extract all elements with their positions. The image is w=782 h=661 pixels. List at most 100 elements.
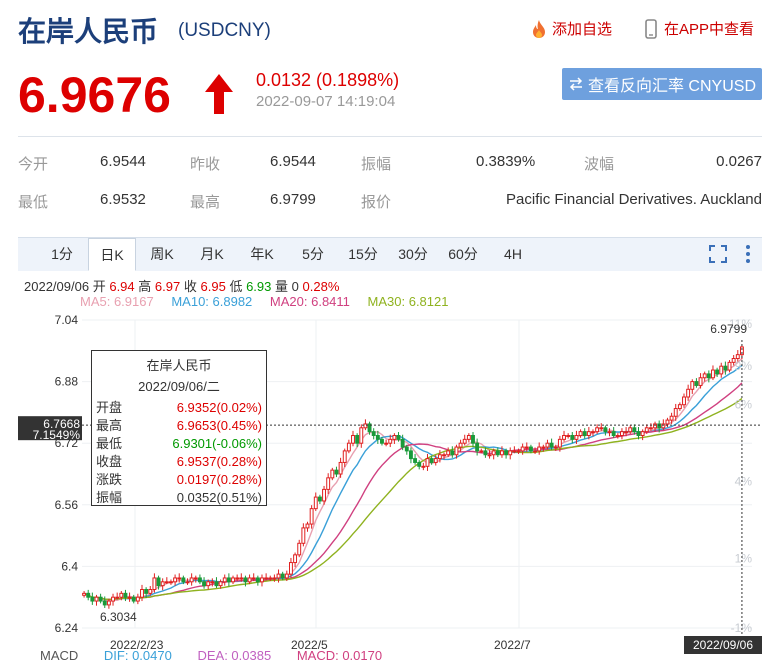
candle-body <box>504 450 509 456</box>
candle-body <box>293 554 298 564</box>
candle-body <box>574 435 579 440</box>
candle-body <box>384 442 389 445</box>
candle-body <box>421 465 426 468</box>
candle-body <box>359 427 364 444</box>
candle-body <box>624 431 629 434</box>
candle-body <box>702 373 707 379</box>
tooltip-value: 6.9537(0.28%) <box>176 454 262 469</box>
tooltip-row: 涨跌 0.0197(0.28%) <box>92 471 266 489</box>
candle-body <box>301 527 306 544</box>
candle-body <box>346 442 351 452</box>
candle-body <box>127 596 132 599</box>
candle-body <box>458 442 463 448</box>
candle-body <box>495 450 500 456</box>
macd-legend: MACD DIF: 0.0470 DEA: 0.0385 MACD: 0.017… <box>40 648 404 661</box>
candle-body <box>487 454 492 457</box>
x-tick-label: 2022/7 <box>494 638 531 652</box>
max-price-label: 6.9799 <box>710 322 747 336</box>
candle-body <box>694 381 699 386</box>
candle-body <box>669 415 674 421</box>
candle-body <box>690 381 695 390</box>
candle-body <box>235 577 240 580</box>
candle-tooltip: 在岸人民币 2022/09/06/二 开盘 6.9352(0.02%) 最高 6.9… <box>91 350 267 506</box>
candle-body <box>156 577 161 587</box>
tooltip-row: 开盘 6.9352(0.02%) <box>92 399 266 417</box>
x-cursor-label: 2022/09/06 <box>693 638 753 652</box>
candle-body <box>711 369 715 379</box>
candle-body <box>479 450 484 453</box>
candle-body <box>119 592 124 598</box>
y-tick-label: 7.04 <box>55 313 79 327</box>
candle-body <box>462 438 467 444</box>
candle-body <box>446 450 451 456</box>
candle-body <box>466 435 471 440</box>
candle-body <box>144 589 149 594</box>
candle-body <box>562 435 566 440</box>
tooltip-label: 最高 <box>96 418 123 433</box>
candle-body <box>90 596 95 602</box>
candle-body <box>226 577 231 583</box>
macd-value: MACD: 0.0170 <box>296 648 383 661</box>
candle-body <box>111 596 115 602</box>
candle-body <box>686 388 691 398</box>
candle-body <box>644 427 649 433</box>
candle-body <box>491 450 496 456</box>
candle-body <box>595 427 600 433</box>
tooltip-value: 0.0352(0.51%) <box>176 490 262 505</box>
candle-body <box>131 596 136 602</box>
candle-body <box>396 435 401 440</box>
candle-body <box>417 461 422 467</box>
tooltip-row: 收盘 6.9537(0.28%) <box>92 453 266 471</box>
candle-body <box>549 442 554 448</box>
candle-body <box>528 446 533 452</box>
candle-body <box>719 365 724 375</box>
candle-body <box>661 423 666 429</box>
candle-body <box>537 446 542 452</box>
candle-body <box>586 431 591 436</box>
candle-body <box>500 450 504 456</box>
candle-body <box>189 577 194 583</box>
candle-body <box>508 450 513 456</box>
candle-body <box>512 450 517 453</box>
tooltip-label: 最低 <box>96 436 123 451</box>
candle-body <box>615 435 620 437</box>
candle-body <box>140 589 144 598</box>
candle-body <box>388 438 393 444</box>
candle-body <box>727 361 732 371</box>
candle-body <box>135 596 140 602</box>
candle-body <box>181 577 186 583</box>
candle-body <box>516 450 521 453</box>
candle-body <box>210 581 215 584</box>
tooltip-value: 6.9352(0.02%) <box>176 400 262 415</box>
candle-body <box>363 423 368 429</box>
candle-body <box>193 577 198 580</box>
candle-body <box>260 577 264 583</box>
candle-body <box>355 435 360 444</box>
candle-body <box>251 577 256 580</box>
candle-body <box>247 577 252 583</box>
candle-body <box>239 577 244 580</box>
candle-body <box>628 427 633 433</box>
tooltip-date: 2022/09/06/二 <box>138 379 220 394</box>
candle-body <box>243 577 248 583</box>
candle-body <box>297 542 302 556</box>
candle-body <box>106 600 111 606</box>
candle-body <box>351 435 355 444</box>
tooltip-row: 最低 6.9301(-0.06%) <box>92 435 266 453</box>
y-tick-label: 6.56 <box>55 498 79 512</box>
candle-body <box>648 427 653 430</box>
candle-body <box>82 592 87 596</box>
candle-body <box>305 523 310 529</box>
candle-body <box>437 454 442 460</box>
candle-body <box>715 369 720 375</box>
candle-body <box>342 450 347 463</box>
candle-body <box>326 477 331 490</box>
candle-body <box>599 427 604 430</box>
candle-body <box>545 442 550 448</box>
candle-body <box>276 573 281 579</box>
candle-body <box>698 377 703 386</box>
tooltip-title: 在岸人民币 <box>146 358 212 373</box>
candle-body <box>450 450 455 456</box>
candle-body <box>148 589 153 594</box>
candle-body <box>632 427 637 433</box>
